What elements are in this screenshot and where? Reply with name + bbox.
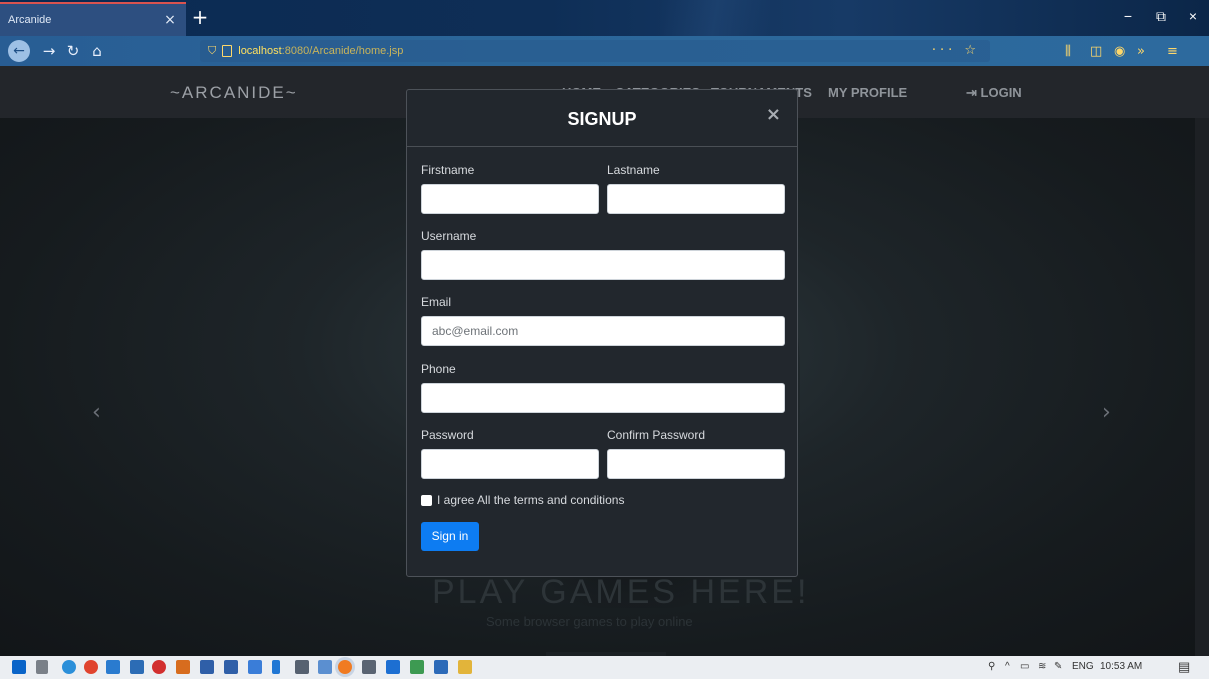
chrome-icon[interactable] — [84, 660, 98, 674]
hero-subtitle: Some browser games to play online — [486, 614, 693, 629]
email-label: Email — [421, 295, 452, 309]
wifi-icon[interactable]: ≋ — [1038, 661, 1046, 672]
username-field[interactable] — [421, 250, 785, 280]
confirm-password-label: Confirm Password — [607, 428, 706, 442]
browser-tab[interactable]: Arcanide × — [0, 2, 186, 36]
minimize-button[interactable]: − — [1117, 8, 1139, 24]
url-host: localhost — [238, 45, 282, 57]
email-field[interactable] — [421, 316, 785, 346]
restore-button[interactable]: ⧉ — [1150, 8, 1172, 25]
pen-icon[interactable]: ✎ — [1054, 661, 1062, 672]
app-icon[interactable] — [362, 660, 376, 674]
carousel-next-button[interactable]: › — [1102, 400, 1111, 425]
app-icon[interactable] — [176, 660, 190, 674]
app-icon[interactable] — [295, 660, 309, 674]
new-tab-button[interactable]: + — [190, 6, 210, 28]
password-label: Password — [421, 428, 474, 442]
nav-login[interactable]: ⇥ LOGIN — [966, 85, 1022, 101]
shield-icon: ⛉ — [208, 44, 217, 57]
sign-in-button[interactable]: Sign in — [421, 522, 479, 551]
people-icon[interactable]: ⚲ — [988, 661, 995, 672]
edge-icon[interactable] — [62, 660, 76, 674]
nav-my-profile[interactable]: MY PROFILE — [828, 85, 907, 100]
windows-start-icon[interactable] — [12, 660, 26, 674]
hero-title: PLAY GAMES HERE! — [432, 573, 810, 611]
library-icon[interactable]: ⫼ — [1065, 44, 1071, 59]
browser-toolbar: ← → ↻ ⌂ ⛉ localhost :8080/Arcanide/home.… — [0, 36, 1209, 66]
app-icon[interactable] — [272, 660, 280, 674]
site-logo[interactable]: ~ARCANIDE~ — [170, 83, 298, 103]
word-icon[interactable] — [434, 660, 448, 674]
close-window-button[interactable]: × — [1182, 8, 1204, 24]
back-arrow-icon[interactable]: ← — [8, 40, 30, 62]
phone-label: Phone — [421, 362, 456, 376]
carousel-prev-button[interactable]: ‹ — [92, 400, 101, 425]
os-taskbar: ⚲ ^ ▭ ≋ ✎ ENG 10:53 AM ▤ — [0, 656, 1209, 679]
chevron-up-icon[interactable]: ^ — [1005, 661, 1010, 672]
lastname-field[interactable] — [607, 184, 785, 214]
reload-icon[interactable]: ↻ — [62, 41, 84, 61]
password-field[interactable] — [421, 449, 599, 479]
home-icon[interactable]: ⌂ — [86, 41, 108, 61]
sidebar-icon[interactable]: ◫ — [1090, 44, 1102, 59]
tab-close-icon[interactable]: × — [162, 12, 178, 28]
firstname-field[interactable] — [421, 184, 599, 214]
opera-icon[interactable] — [152, 660, 166, 674]
app-icon[interactable] — [130, 660, 144, 674]
firefox-icon[interactable] — [338, 660, 352, 674]
app-icon[interactable] — [386, 660, 400, 674]
terms-label: I agree All the terms and conditions — [437, 493, 625, 507]
app-icon[interactable] — [410, 660, 424, 674]
forward-arrow-icon[interactable]: → — [38, 41, 60, 61]
overflow-chevron-icon[interactable]: » — [1137, 44, 1145, 59]
close-icon[interactable]: × — [766, 104, 781, 125]
menu-icon[interactable]: ≡ — [1167, 44, 1178, 59]
task-view-icon[interactable] — [36, 660, 48, 674]
firstname-label: Firstname — [421, 163, 475, 177]
tab-title: Arcanide — [8, 14, 52, 26]
login-icon: ⇥ — [966, 85, 977, 100]
network-icon[interactable]: ▭ — [1020, 661, 1029, 672]
folder-icon[interactable] — [458, 660, 472, 674]
app-icon[interactable] — [318, 660, 332, 674]
app-icon[interactable] — [200, 660, 214, 674]
page-icon — [222, 45, 233, 57]
app-icon[interactable] — [224, 660, 238, 674]
login-label: LOGIN — [980, 85, 1022, 100]
clock[interactable]: 10:53 AM — [1100, 661, 1142, 672]
signup-modal: SIGNUP × Firstname Lastname Username Ema… — [406, 89, 798, 577]
url-path: :8080/Arcanide/home.jsp — [281, 45, 404, 57]
username-label: Username — [421, 229, 477, 243]
terms-checkbox[interactable] — [421, 495, 432, 506]
notifications-icon[interactable]: ▤ — [1178, 659, 1190, 675]
page-actions-icon[interactable]: ··· ☆ — [932, 43, 980, 58]
vscode-icon[interactable] — [106, 660, 120, 674]
modal-title: SIGNUP — [567, 109, 637, 129]
app-icon[interactable] — [248, 660, 262, 674]
lastname-label: Lastname — [607, 163, 660, 177]
address-bar[interactable]: ⛉ localhost :8080/Arcanide/home.jsp ··· … — [200, 40, 990, 62]
modal-header: SIGNUP × — [407, 90, 797, 147]
confirm-password-field[interactable] — [607, 449, 785, 479]
phone-field[interactable] — [421, 383, 785, 413]
language-indicator[interactable]: ENG — [1072, 661, 1094, 672]
account-icon[interactable]: ◉ — [1114, 44, 1125, 59]
browser-tab-bar: Arcanide × + − ⧉ × — [0, 0, 1209, 36]
